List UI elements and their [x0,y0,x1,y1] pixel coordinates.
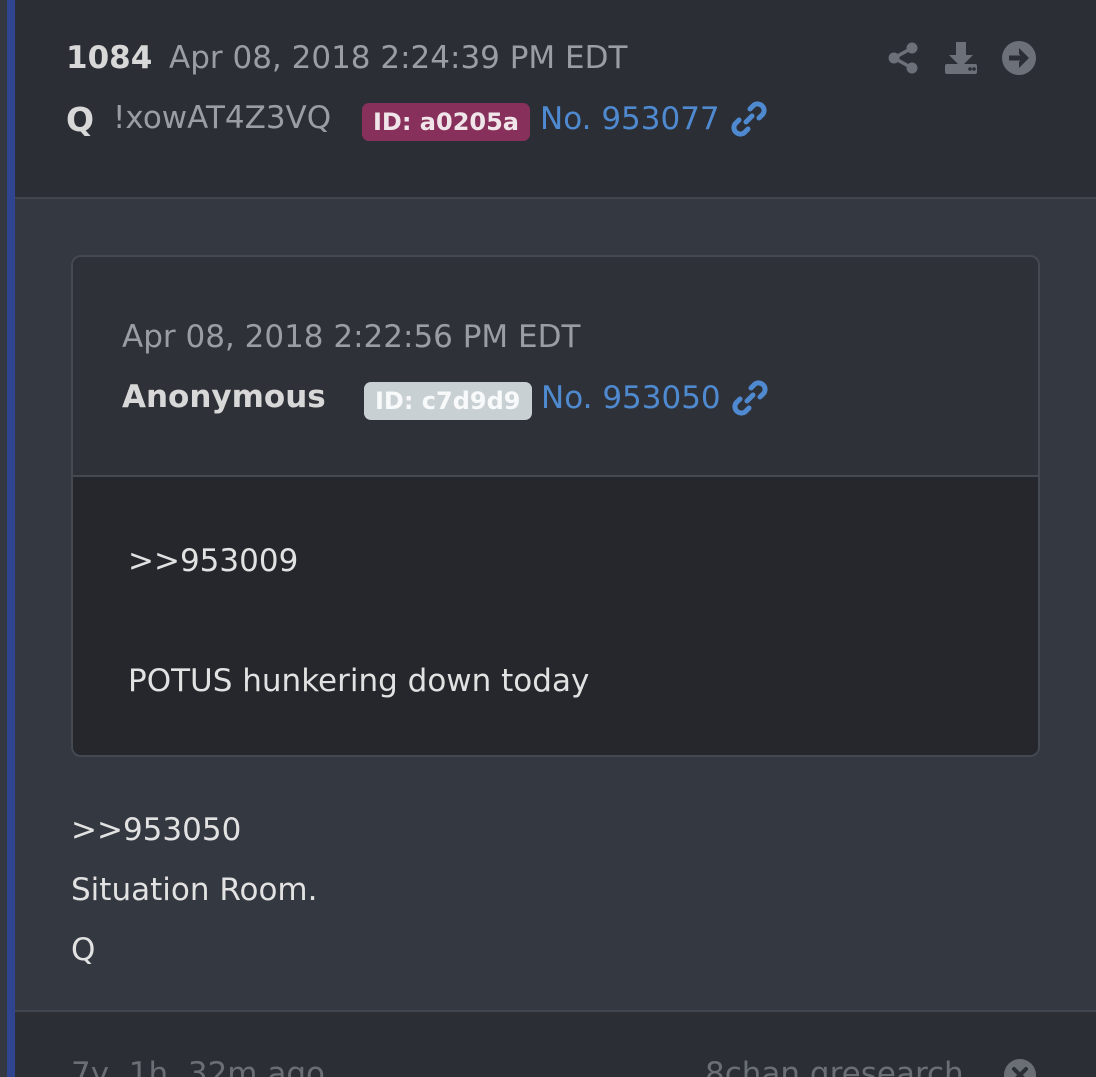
post-signature: Q [71,932,96,968]
post-author: Q [66,100,95,139]
quoted-post-reply-ref[interactable]: >>953009 [128,543,298,579]
quoted-post-body: >>953009 POTUS hunkering down today [73,477,1038,755]
quoted-post: Apr 08, 2018 2:22:56 PM EDT Anonymous ID… [71,255,1040,757]
quoted-post-text: POTUS hunkering down today [128,663,590,699]
arrow-right-circle-icon[interactable] [1001,40,1037,76]
source-label: 8chan qresearch [705,1056,964,1077]
time-ago: 7y, 1h, 32m ago [71,1056,325,1077]
post-footer: 7y, 1h, 32m ago 8chan qresearch [15,1010,1096,1077]
post-number-link-label: No. 953077 [540,101,720,137]
post-text-line: Situation Room. [71,872,318,908]
quoted-poster-id-badge: ID: c7d9d9 [364,382,532,420]
poster-id-badge: ID: a0205a [362,103,530,141]
post-number-link[interactable]: No. 953077 [540,100,768,138]
post-card: 1084 Apr 08, 2018 2:24:39 PM EDT Q !xowA… [0,0,1096,1077]
post-reply-ref[interactable]: >>953050 [71,812,241,848]
quoted-post-number-link[interactable]: No. 953050 [541,379,769,417]
download-icon[interactable] [943,40,979,76]
quoted-post-header: Apr 08, 2018 2:22:56 PM EDT Anonymous ID… [73,257,1038,477]
quoted-post-author: Anonymous [122,379,326,415]
share-icon[interactable] [885,40,921,76]
close-circle-icon[interactable] [1003,1058,1037,1077]
link-icon [732,380,768,416]
post-actions [885,40,1037,76]
tripcode: !xowAT4Z3VQ [113,100,332,136]
post-header: 1084 Apr 08, 2018 2:24:39 PM EDT Q !xowA… [15,0,1096,199]
quoted-post-date: Apr 08, 2018 2:22:56 PM EDT [122,319,581,355]
post-number: 1084 [66,40,153,76]
quoted-post-number-link-label: No. 953050 [541,380,721,416]
accent-bar [7,0,15,1077]
link-icon [731,101,767,137]
post-date: Apr 08, 2018 2:24:39 PM EDT [169,40,628,76]
